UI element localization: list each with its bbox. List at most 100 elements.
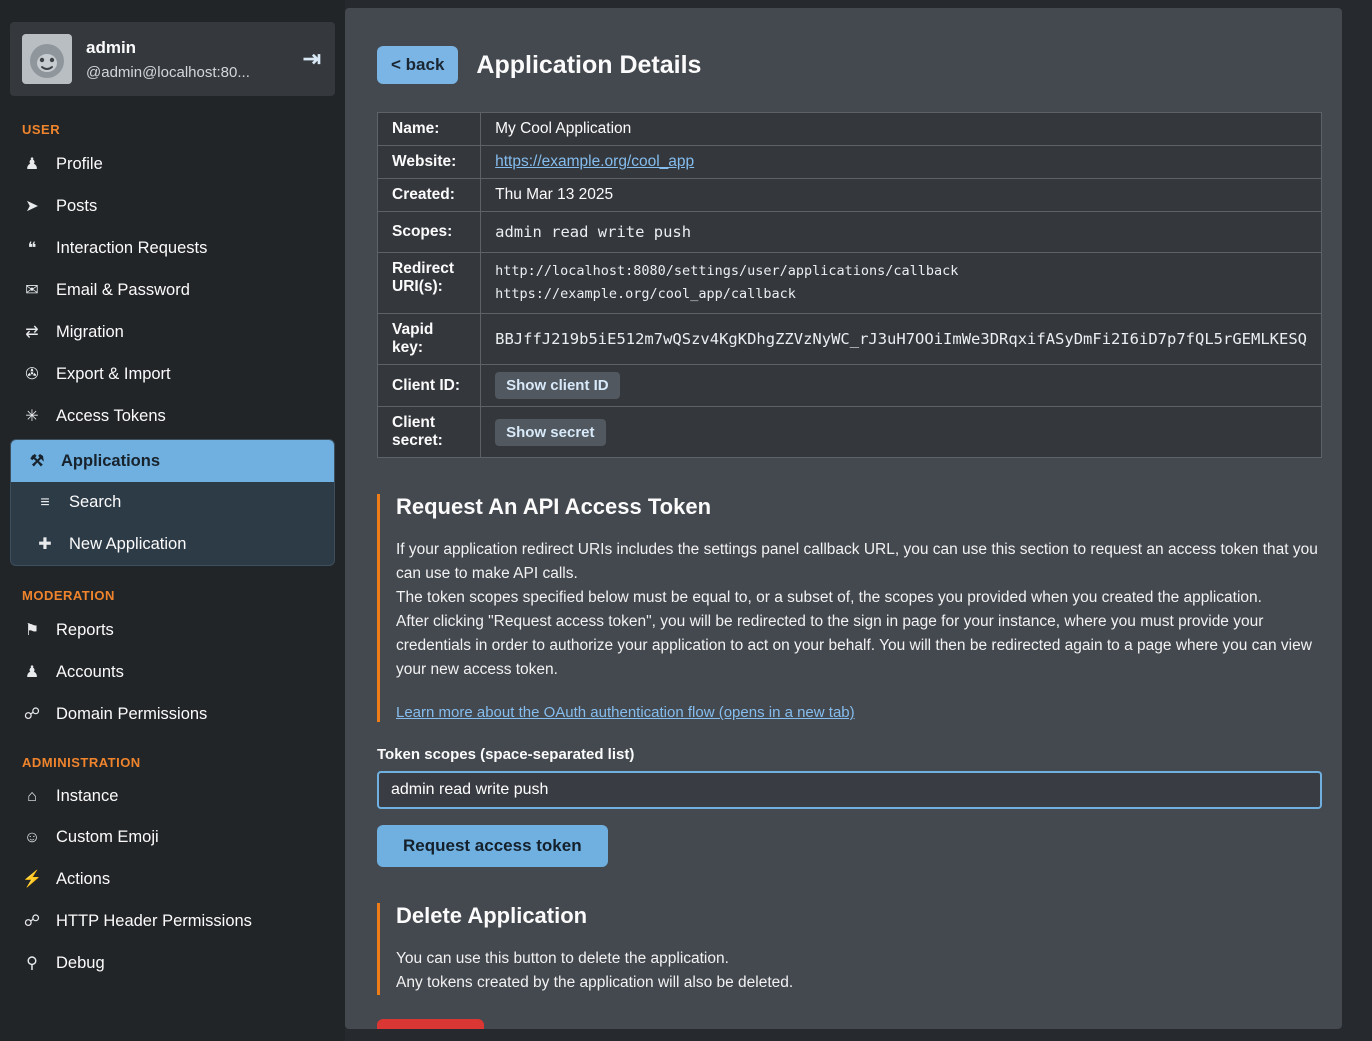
sidebar-item-label: Profile <box>56 155 103 174</box>
sidebar-item-http-header-permissions[interactable]: ☍ HTTP Header Permissions <box>0 900 345 942</box>
application-details-table: Name: My Cool Application Website: https… <box>377 112 1322 458</box>
user-name: admin <box>86 38 250 58</box>
sidebar-item-label: Debug <box>56 954 105 973</box>
sidebar-item-interaction-requests[interactable]: ❝ Interaction Requests <box>0 227 345 269</box>
redirect-uri: https://example.org/cool_app/callback <box>495 283 1307 306</box>
sidebar-item-email-password[interactable]: ✉ Email & Password <box>0 269 345 311</box>
comment-icon: ❝ <box>22 238 42 258</box>
user-info: admin @admin@localhost:80... <box>86 38 250 81</box>
row-label: Client secret: <box>378 407 481 458</box>
sidebar-item-label: Reports <box>56 621 114 640</box>
token-scopes-input[interactable] <box>377 771 1322 809</box>
sidebar-item-label: Migration <box>56 323 124 342</box>
main-panel: < back Application Details Name: My Cool… <box>345 8 1342 1029</box>
request-token-paragraph: The token scopes specified below must be… <box>396 586 1322 610</box>
applications-group: ⚒ Applications ≡ Search ✚ New Applicatio… <box>10 439 335 566</box>
show-secret-button[interactable]: Show secret <box>495 419 605 446</box>
bolt-icon: ⚡ <box>22 869 42 889</box>
oauth-docs-link[interactable]: Learn more about the OAuth authenticatio… <box>396 704 855 721</box>
avatar <box>22 34 72 84</box>
website-link[interactable]: https://example.org/cool_app <box>495 153 694 170</box>
row-label: Scopes: <box>378 212 481 253</box>
delete-paragraph: You can use this button to delete the ap… <box>396 947 1322 971</box>
redirect-uri: http://localhost:8080/settings/user/appl… <box>495 260 1307 283</box>
table-row-client-secret: Client secret: Show secret <box>378 407 1322 458</box>
sidebar-item-actions[interactable]: ⚡ Actions <box>0 858 345 900</box>
page-title: Application Details <box>476 51 701 80</box>
sidebar-item-debug[interactable]: ⚲ Debug <box>0 942 345 984</box>
list-icon: ≡ <box>35 494 55 512</box>
delete-application-section: Delete Application You can use this butt… <box>377 903 1322 995</box>
back-button[interactable]: < back <box>377 46 458 84</box>
sidebar-item-label: New Application <box>69 535 186 554</box>
flag-icon: ⚑ <box>22 620 42 640</box>
delete-application-title: Delete Application <box>396 903 1322 929</box>
sidebar-item-domain-permissions[interactable]: ☍ Domain Permissions <box>0 693 345 735</box>
row-value: My Cool Application <box>481 113 1322 146</box>
sidebar-item-accounts[interactable]: ♟ Accounts <box>0 651 345 693</box>
sidebar-item-label: Access Tokens <box>56 407 166 426</box>
sidebar-item-label: Domain Permissions <box>56 705 207 724</box>
sidebar-item-label: HTTP Header Permissions <box>56 912 252 931</box>
delete-button[interactable]: Delete <box>377 1019 484 1029</box>
certificate-icon: ✳ <box>22 406 42 426</box>
sidebar-item-new-application[interactable]: ✚ New Application <box>11 523 334 565</box>
row-label: Client ID: <box>378 365 481 407</box>
table-row-scopes: Scopes: admin read write push <box>378 212 1322 253</box>
paper-plane-icon: ➤ <box>22 196 42 216</box>
sidebar-item-export-import[interactable]: ✇ Export & Import <box>0 353 345 395</box>
envelope-icon: ✉ <box>22 280 42 300</box>
sidebar-item-custom-emoji[interactable]: ☺ Custom Emoji <box>0 817 345 858</box>
sidebar-item-label: Interaction Requests <box>56 239 207 258</box>
network-icon: ☍ <box>22 704 42 724</box>
user-handle: @admin@localhost:80... <box>86 64 250 81</box>
sidebar-item-posts[interactable]: ➤ Posts <box>0 185 345 227</box>
request-token-section: Request An API Access Token If your appl… <box>377 494 1322 722</box>
save-icon: ✇ <box>22 364 42 384</box>
sidebar-item-reports[interactable]: ⚑ Reports <box>0 609 345 651</box>
section-label-user: USER <box>0 102 345 143</box>
sidebar-item-applications-search[interactable]: ≡ Search <box>11 482 334 523</box>
sidebar-item-label: Posts <box>56 197 97 216</box>
wrench-icon: ⚒ <box>27 451 47 471</box>
row-value: BBJffJ219b5iE512m7wQSzv4KgKDhgZZVzNyWC_r… <box>481 314 1322 365</box>
sidebar-item-label: Email & Password <box>56 281 190 300</box>
sidebar-item-migration[interactable]: ⇄ Migration <box>0 311 345 353</box>
sidebar-item-instance[interactable]: ⌂ Instance <box>0 776 345 817</box>
table-row-redirect-uris: Redirect URI(s): http://localhost:8080/s… <box>378 253 1322 314</box>
users-icon: ♟ <box>22 662 42 682</box>
sidebar-item-profile[interactable]: ♟ Profile <box>0 143 345 185</box>
page-header: < back Application Details <box>377 46 1322 84</box>
table-row-website: Website: https://example.org/cool_app <box>378 146 1322 179</box>
sitemap-icon: ⌂ <box>22 788 42 806</box>
sidebar-item-label: Export & Import <box>56 365 171 384</box>
sidebar-item-applications[interactable]: ⚒ Applications <box>11 440 334 482</box>
sidebar-item-label: Instance <box>56 787 118 806</box>
sidebar: admin @admin@localhost:80... ⇥ USER ♟ Pr… <box>0 0 345 1041</box>
network-icon: ☍ <box>22 911 42 931</box>
row-label: Vapid key: <box>378 314 481 365</box>
row-label: Created: <box>378 179 481 212</box>
exchange-arrows-icon: ⇄ <box>22 322 42 342</box>
sidebar-item-label: Applications <box>61 452 160 471</box>
user-card: admin @admin@localhost:80... ⇥ <box>10 22 335 96</box>
user-icon: ♟ <box>22 154 42 174</box>
table-row-created: Created: Thu Mar 13 2025 <box>378 179 1322 212</box>
request-token-title: Request An API Access Token <box>396 494 1322 520</box>
section-label-administration: ADMINISTRATION <box>0 735 345 776</box>
row-label: Redirect URI(s): <box>378 253 481 314</box>
row-label: Website: <box>378 146 481 179</box>
request-token-paragraph: If your application redirect URIs includ… <box>396 538 1322 586</box>
sidebar-item-access-tokens[interactable]: ✳ Access Tokens <box>0 395 345 437</box>
show-client-id-button[interactable]: Show client ID <box>495 372 620 399</box>
smiley-icon: ☺ <box>22 829 42 847</box>
token-scopes-label: Token scopes (space-separated list) <box>377 746 1322 763</box>
sign-out-icon[interactable]: ⇥ <box>303 46 321 72</box>
request-access-token-button[interactable]: Request access token <box>377 825 608 867</box>
sidebar-item-label: Accounts <box>56 663 124 682</box>
row-label: Name: <box>378 113 481 146</box>
request-token-paragraph: After clicking "Request access token", y… <box>396 610 1322 682</box>
table-row-client-id: Client ID: Show client ID <box>378 365 1322 407</box>
token-scopes-field: Token scopes (space-separated list) <box>377 746 1322 809</box>
bug-icon: ⚲ <box>22 953 42 973</box>
